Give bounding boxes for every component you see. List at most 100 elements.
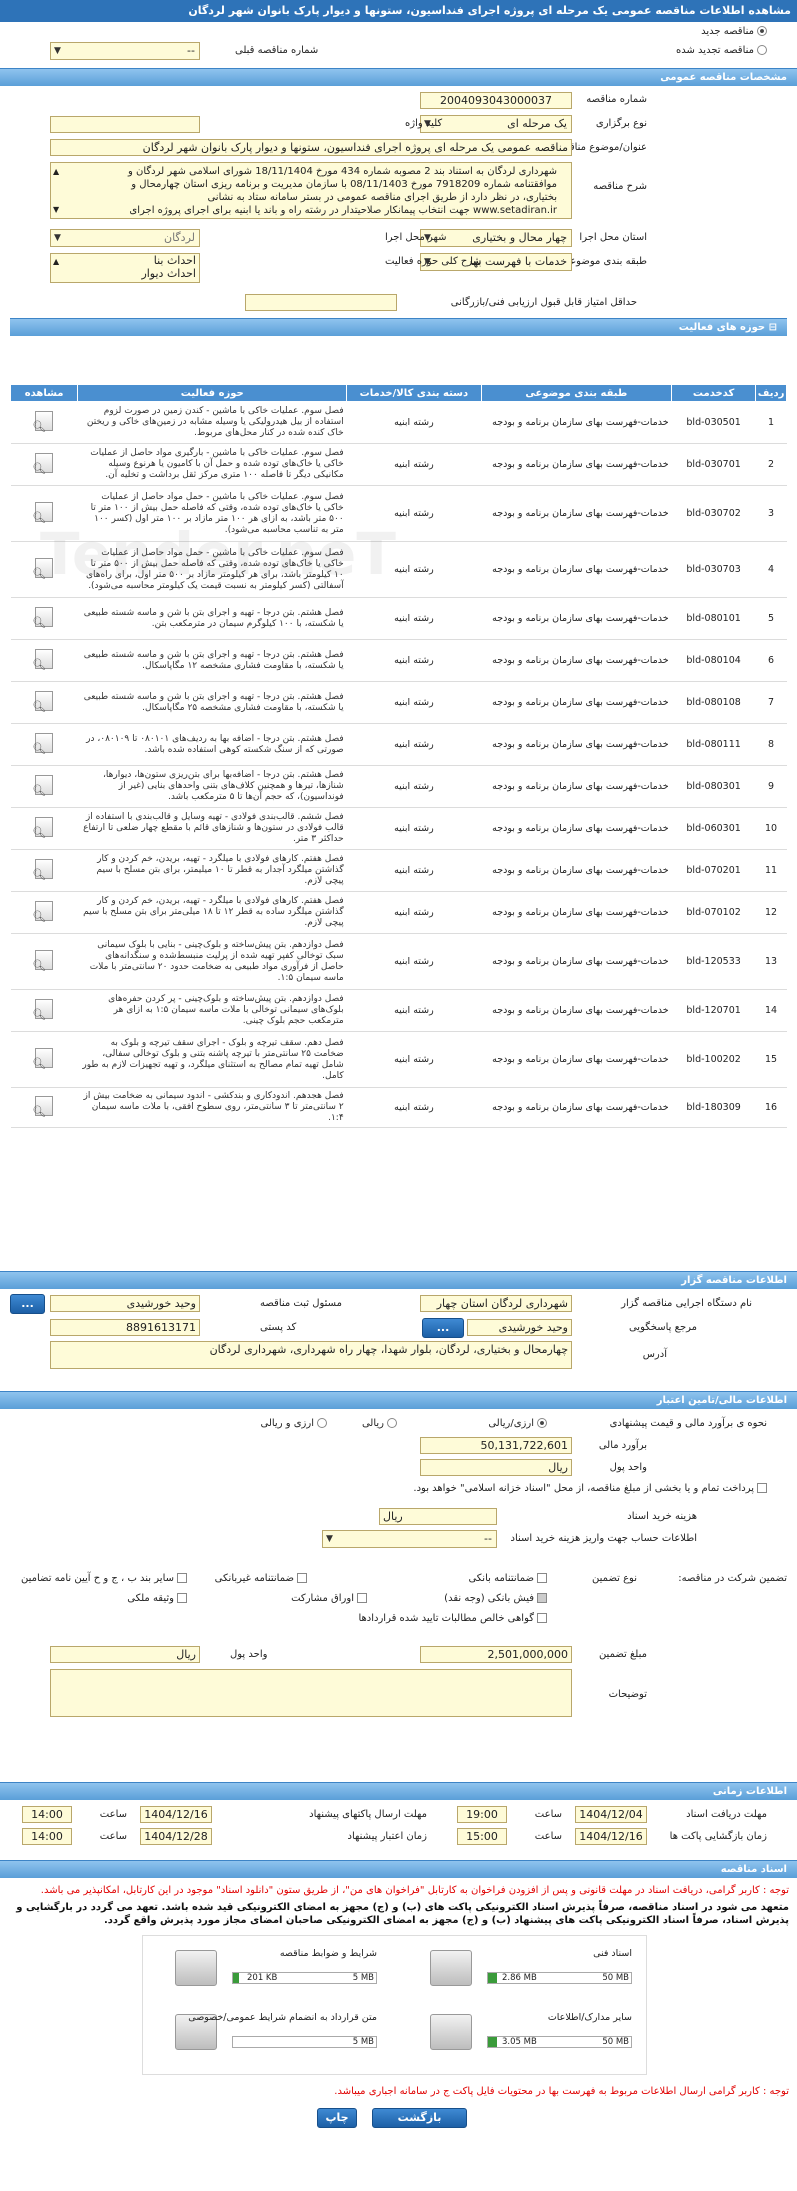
files-panel: شرایط و ضوابط مناقصه 5 MB 201 KB اسناد فنی 5…	[142, 1935, 647, 2075]
folder-icon[interactable]	[175, 1950, 217, 1986]
radio-rial[interactable]: ارزی/ریالی	[488, 1418, 547, 1429]
receive-time-field[interactable]: 19:00	[457, 1806, 507, 1823]
guarantee-cash[interactable]: فیش بانکی (وجه نقد)	[444, 1593, 547, 1604]
radio-indicator[interactable]	[317, 1418, 327, 1428]
radio-rial-only[interactable]: ریالی	[362, 1418, 397, 1429]
checkbox[interactable]	[537, 1613, 547, 1623]
org-name-field[interactable]: شهرداری لردگان استان چهار	[420, 1295, 572, 1312]
radio-new-tender[interactable]: مناقصه جدید	[701, 26, 767, 37]
checkbox[interactable]	[177, 1593, 187, 1603]
doc-cost-field[interactable]: ریال	[379, 1508, 497, 1525]
guarantee-amount-field[interactable]: 2,501,000,000	[420, 1646, 572, 1663]
registrar-lookup-button[interactable]: ...	[10, 1294, 45, 1314]
radio-indicator[interactable]	[387, 1418, 397, 1428]
scroll-up-icon[interactable]: ▲	[53, 165, 59, 178]
guarantee-claims[interactable]: گواهی خالص مطالبات تایید شده قراردادها	[358, 1613, 547, 1624]
ref-field[interactable]: وحید خورشیدی	[467, 1319, 572, 1336]
row-category: خدمات-فهرست بهای سازمان برنامه و بودجه	[481, 401, 672, 444]
guarantee-bank[interactable]: ضمانتنامه بانکی	[468, 1573, 547, 1584]
view-document-icon[interactable]: 🔍︎	[32, 817, 54, 839]
checkbox[interactable]	[297, 1573, 307, 1583]
radio-renewed-tender[interactable]: مناقصه تجدید شده	[676, 45, 767, 56]
keyword-field[interactable]	[50, 116, 200, 133]
hold-type-select[interactable]: یک مرحله ای ▼	[420, 115, 572, 133]
magnifier-icon: 🔍︎	[32, 1057, 47, 1070]
checkbox[interactable]	[537, 1573, 547, 1583]
province-value: چهار محال و بختیاری	[472, 231, 567, 244]
open-date-field[interactable]: 1404/12/16	[575, 1828, 647, 1845]
view-document-icon[interactable]: 🔍︎	[32, 453, 54, 475]
capacity-text: 5 MB	[352, 1973, 374, 1983]
city-select[interactable]: لردگان ▼	[50, 229, 200, 247]
view-document-icon[interactable]: 🔍︎	[32, 775, 54, 797]
guarantee-nonbank[interactable]: ضمانتنامه غیربانکی	[215, 1573, 307, 1584]
collapse-icon[interactable]: ⊟	[765, 322, 777, 333]
tender-number-field[interactable]: 2004093043000037	[420, 92, 572, 109]
view-document-icon[interactable]: 🔍︎	[32, 733, 54, 755]
view-document-icon[interactable]: 🔍︎	[32, 1096, 54, 1118]
subject-field[interactable]: مناقصه عمومی یک مرحله ای پروژه اجرای فند…	[50, 139, 572, 156]
min-score-field[interactable]	[245, 294, 397, 311]
submit-date-field[interactable]: 1404/12/16	[140, 1806, 212, 1823]
checkbox[interactable]	[537, 1593, 547, 1603]
hour-label: ساعت	[99, 1809, 127, 1820]
guarantee-other[interactable]: سایر بند ب ، ج و ح آیین نامه تضامین	[21, 1573, 187, 1584]
validity-time-field[interactable]: 14:00	[22, 1828, 72, 1845]
checkbox[interactable]	[757, 1483, 767, 1493]
view-document-icon[interactable]: 🔍︎	[32, 649, 54, 671]
row-category: خدمات-فهرست بهای سازمان برنامه و بودجه	[481, 891, 672, 934]
receive-date-field[interactable]: 1404/12/04	[575, 1806, 647, 1823]
table-row: 10 bld-060301 خدمات-فهرست بهای سازمان برنا…	[10, 807, 787, 850]
view-document-icon[interactable]: 🔍︎	[32, 901, 54, 923]
submit-time-field[interactable]: 14:00	[22, 1806, 72, 1823]
guarantee-property[interactable]: وثیقه ملکی	[127, 1593, 187, 1604]
prev-number-select[interactable]: -- ▼	[50, 42, 200, 60]
registrar-field[interactable]: وحید خورشیدی	[50, 1295, 200, 1312]
province-label: استان محل اجرا	[579, 232, 647, 243]
g2-label: ضمانتنامه غیربانکی	[214, 1573, 294, 1584]
postal-field[interactable]: 8891613171	[50, 1319, 200, 1336]
account-select[interactable]: -- ▼	[322, 1530, 497, 1548]
view-document-icon[interactable]: 🔍︎	[32, 607, 54, 629]
usage-bar: 50 MB 3.05 MB	[487, 2036, 632, 2048]
print-button[interactable]: چاپ	[317, 2108, 357, 2128]
category-value: خدمات با فهرست بها	[470, 255, 567, 268]
view-document-icon[interactable]: 🔍︎	[32, 691, 54, 713]
radio-indicator[interactable]	[757, 45, 767, 55]
min-score-label: حداقل امتیاز قابل قبول ارزیابی فنی/بازرگ…	[450, 297, 637, 308]
section-activities: ⊟ حوزه های فعالیت	[10, 318, 787, 336]
radio-indicator[interactable]	[537, 1418, 547, 1428]
back-button[interactable]: بازگشت	[372, 2108, 467, 2128]
ref-lookup-button[interactable]: ...	[422, 1318, 464, 1338]
estimate-field[interactable]: 50,131,722,601	[420, 1437, 572, 1454]
validity-date-field[interactable]: 1404/12/28	[140, 1828, 212, 1845]
currency-field[interactable]: ریال	[420, 1459, 572, 1476]
checkbox[interactable]	[177, 1573, 187, 1583]
view-document-icon[interactable]: 🔍︎	[32, 950, 54, 972]
guarantee-bonds[interactable]: اوراق مشارکت	[291, 1593, 367, 1604]
address-field[interactable]: چهارمحال و بختیاری، لردگان، بلوار شهدا، …	[50, 1341, 572, 1369]
radio-foreign[interactable]: ارزی و ریالی	[261, 1418, 327, 1429]
view-document-icon[interactable]: 🔍︎	[32, 859, 54, 881]
description-textarea[interactable]: شهرداری لردگان به استناد بند 2 مصوبه شما…	[50, 162, 572, 219]
table-row: 13 bld-120533 خدمات-فهرست بهای سازمان برنا…	[10, 933, 787, 990]
folder-icon[interactable]	[430, 1950, 472, 1986]
radio-indicator[interactable]	[757, 26, 767, 36]
view-document-icon[interactable]: 🔍︎	[32, 999, 54, 1021]
guarantee-currency-field[interactable]: ریال	[50, 1646, 200, 1663]
notes-field[interactable]	[50, 1669, 572, 1717]
checkbox[interactable]	[357, 1593, 367, 1603]
scroll-down-icon[interactable]: ▼	[53, 203, 59, 216]
g4-label: فیش بانکی (وجه نقد)	[444, 1593, 534, 1604]
open-time-field[interactable]: 15:00	[457, 1828, 507, 1845]
row-category: خدمات-فهرست بهای سازمان برنامه و بودجه	[481, 807, 672, 850]
view-document-icon[interactable]: 🔍︎	[32, 502, 54, 524]
folder-icon[interactable]	[430, 2014, 472, 2050]
row-category: خدمات-فهرست بهای سازمان برنامه و بودجه	[481, 765, 672, 808]
view-document-icon[interactable]: 🔍︎	[32, 411, 54, 433]
view-document-icon[interactable]: 🔍︎	[32, 1048, 54, 1070]
scroll-up-icon[interactable]: ▲	[53, 255, 59, 268]
row-group: رشته ابنیه	[346, 1087, 482, 1128]
doc-cost-unit: ریال	[383, 1510, 403, 1523]
field-scope-textarea[interactable]: احداث بنا احداث دیوار ▲	[50, 253, 200, 283]
